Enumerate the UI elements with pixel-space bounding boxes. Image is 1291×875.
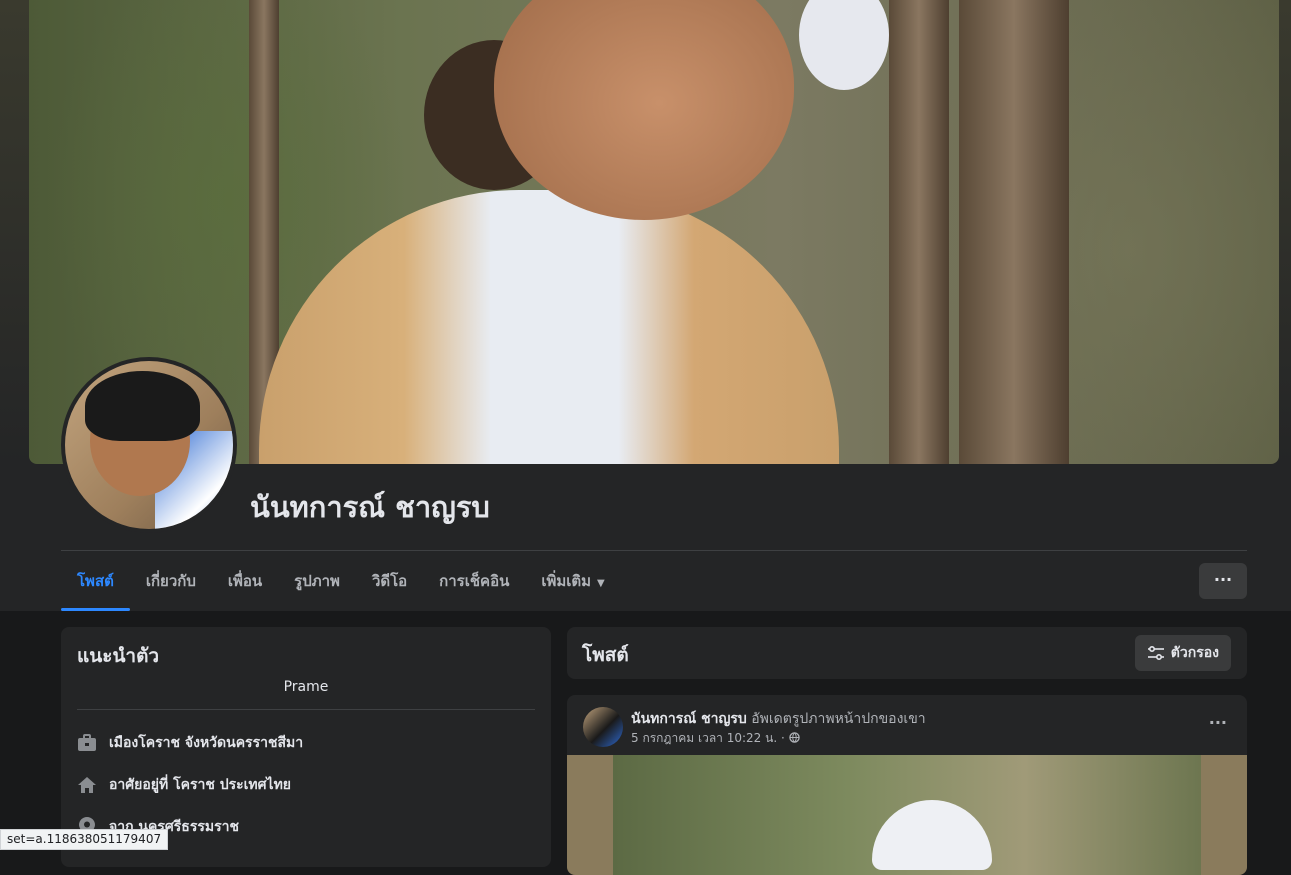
post-header: นันทการณ์ ชาญรบ อัพเดตรูปภาพหน้าปกของเขา <box>631 708 926 730</box>
posts-header-card: โพสต์ ตัวกรอง <box>567 627 1247 679</box>
profile-avatar-photo <box>65 361 233 529</box>
filter-button[interactable]: ตัวกรอง <box>1134 635 1231 671</box>
post-author-avatar[interactable] <box>583 707 623 747</box>
post-options-button[interactable]: ··· <box>1209 713 1227 732</box>
profile-avatar[interactable] <box>61 357 237 533</box>
tab-photos[interactable]: รูปภาพ <box>278 551 356 611</box>
avatar-hair <box>85 371 200 441</box>
browser-status-bar: set=a.118638051179407 <box>0 829 169 850</box>
post-action-text: อัพเดตรูปภาพหน้าปกของเขา <box>751 711 926 727</box>
post-timestamp[interactable]: 5 กรกฎาคม เวลา 10:22 น. <box>631 731 777 745</box>
cover-person-body <box>259 190 839 464</box>
intro-title: แนะนำตัว <box>77 645 160 667</box>
intro-row-lives-text[interactable]: อาศัยอยู่ที่ โคราช ประเทศไทย <box>109 774 291 796</box>
profile-header: นันทการณ์ ชาญรบ โพสต์ เกี่ยวกับ เพื่อน ร… <box>0 0 1291 611</box>
profile-name: นันทการณ์ ชาญรบ <box>250 490 490 524</box>
tab-about[interactable]: เกี่ยวกับ <box>130 551 212 611</box>
post-author-name[interactable]: นันทการณ์ ชาญรบ <box>631 711 747 727</box>
post-meta: 5 กรกฎาคม เวลา 10:22 น. · <box>631 729 800 748</box>
filter-label: ตัวกรอง <box>1170 645 1219 661</box>
intro-row-work-text[interactable]: เมืองโคราช จังหวัดนครราชสีมา <box>109 732 303 754</box>
tab-more[interactable]: เพิ่มเติม ▼ <box>525 551 620 611</box>
globe-icon <box>788 731 800 745</box>
intro-row-work: เมืองโคราช จังหวัดนครราชสีมา <box>77 732 303 754</box>
tab-checkins[interactable]: การเช็คอิน <box>423 551 525 611</box>
cover-tree-trunk <box>889 0 949 464</box>
cover-tree-trunk <box>959 0 1069 464</box>
home-icon <box>77 775 97 795</box>
intro-row-lives: อาศัยอยู่ที่ โคราช ประเทศไทย <box>77 774 291 796</box>
briefcase-icon <box>77 733 97 753</box>
cover-person-face <box>494 0 794 220</box>
caret-down-icon: ▼ <box>597 578 605 589</box>
tab-posts[interactable]: โพสต์ <box>61 551 130 611</box>
post-meta-separator: · <box>780 731 785 745</box>
tab-videos[interactable]: วิดีโอ <box>356 551 423 611</box>
tab-more-label: เพิ่มเติม <box>541 572 592 590</box>
posts-title: โพสต์ <box>582 644 629 666</box>
post-image[interactable] <box>567 755 1247 875</box>
intro-bio: Prame <box>283 679 329 695</box>
post-card: นันทการณ์ ชาญรบ อัพเดตรูปภาพหน้าปกของเขา… <box>567 695 1247 875</box>
cover-person-cap <box>799 0 889 90</box>
profile-tabs: โพสต์ เกี่ยวกับ เพื่อน รูปภาพ วิดีโอ การ… <box>61 551 621 611</box>
tab-friends[interactable]: เพื่อน <box>212 551 278 611</box>
intro-divider <box>77 709 535 710</box>
more-options-button[interactable]: ··· <box>1199 563 1247 599</box>
filter-icon <box>1147 646 1164 660</box>
